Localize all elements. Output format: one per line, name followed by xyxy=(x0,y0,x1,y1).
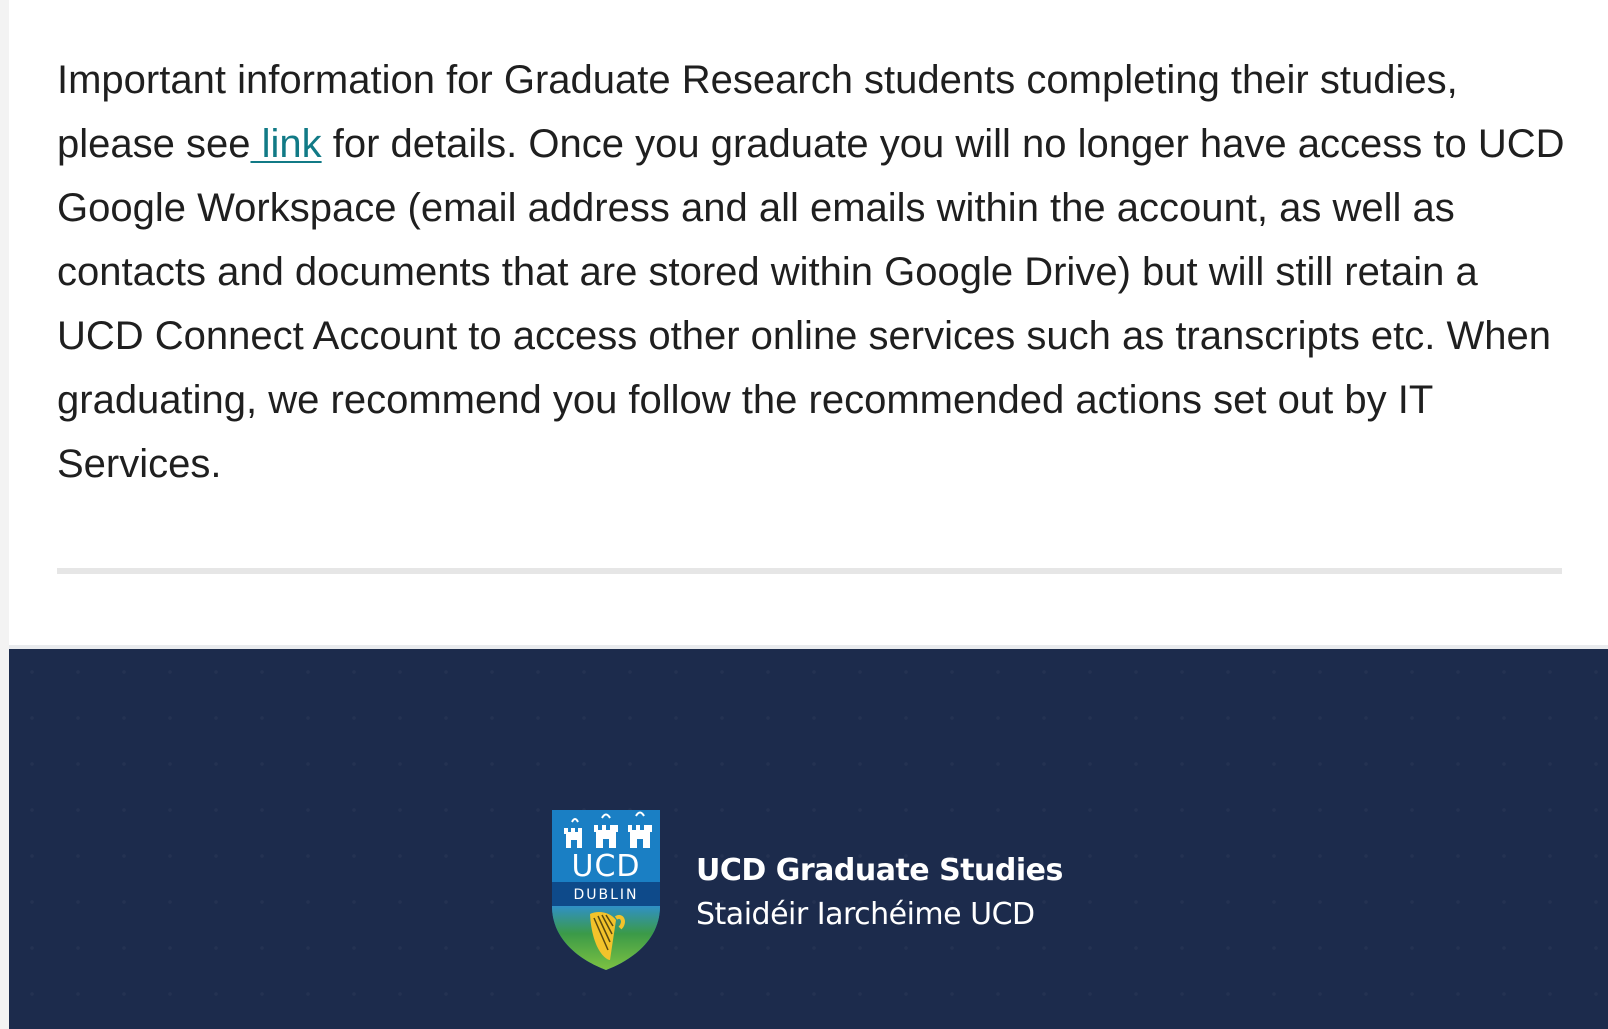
logo-line-english: UCD Graduate Studies xyxy=(696,853,1063,888)
notice-section: Important information for Graduate Resea… xyxy=(57,48,1567,496)
notice-text-after: for details. Once you graduate you will … xyxy=(57,122,1565,486)
notice-paragraph: Important information for Graduate Resea… xyxy=(57,48,1567,496)
divider xyxy=(57,568,1562,574)
ucd-graduate-studies-logo[interactable]: UCD DUBLIN UCD Graduate Studies Staidéir… xyxy=(552,810,1063,970)
page: Important information for Graduate Resea… xyxy=(9,0,1608,1029)
svg-text:DUBLIN: DUBLIN xyxy=(573,887,638,903)
logo-text: UCD Graduate Studies Staidéir Iarchéime … xyxy=(696,849,1063,937)
footer: UCD DUBLIN UCD Graduate Studies Staidéir… xyxy=(9,649,1608,1029)
ucd-crest-icon: UCD DUBLIN xyxy=(552,810,660,970)
svg-text:UCD: UCD xyxy=(571,849,640,884)
logo-line-irish: Staidéir Iarchéime UCD xyxy=(696,897,1035,932)
details-link[interactable]: link xyxy=(250,122,322,166)
